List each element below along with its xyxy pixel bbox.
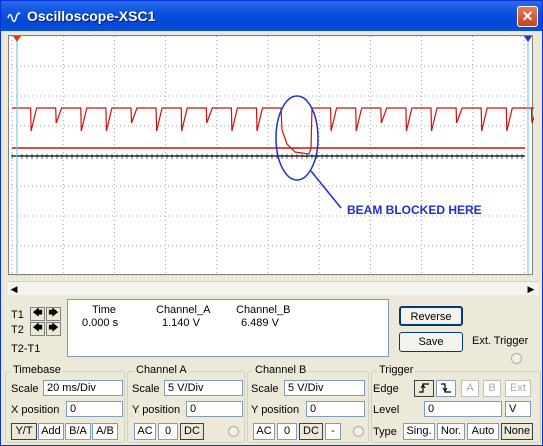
trigger-source-a-button[interactable]: A — [461, 380, 479, 397]
channel-a-ypos-field[interactable]: 0 — [186, 401, 243, 417]
channel-b-value: 6.489 V — [241, 317, 279, 329]
edge-label: Edge — [373, 383, 399, 395]
channel-b-title: Channel B — [253, 364, 309, 376]
channel-b-header: Channel_B — [236, 304, 291, 316]
mode-ab-button[interactable]: A/B — [92, 423, 118, 440]
cursor-controls: T1 🡄 🡆 T2 🡄 🡆 T2-T1 — [8, 299, 66, 359]
timebase-title: Timebase — [11, 364, 63, 376]
scope-graticule: BEAM BLOCKED HERE — [11, 36, 534, 276]
close-button[interactable]: ✕ — [517, 6, 538, 27]
mode-ba-button[interactable]: B/A — [65, 423, 91, 440]
time-value: 0.000 s — [82, 317, 119, 329]
channel-a-value: 1.140 V — [162, 317, 200, 329]
channel-a-trace — [12, 107, 534, 155]
measurement-readout: Time Channel_A Channel_B 0.000 s 1.140 V… — [67, 299, 389, 357]
mode-yt-button[interactable]: Y/T — [11, 423, 37, 440]
channel-a-dc-button[interactable]: DC — [180, 423, 204, 440]
channel-a-ypos-label: Y position — [132, 404, 181, 416]
rising-edge-icon[interactable] — [414, 380, 434, 397]
channel-b-scale-field[interactable]: 5 V/Div — [284, 380, 365, 396]
oscilloscope-window: Oscilloscope-XSC1 ✕ BEAM BLOCKED HERE ◀ … — [0, 0, 543, 446]
scroll-right-icon[interactable]: ▶ — [525, 283, 537, 295]
channel-b-zero-button[interactable]: 0 — [277, 423, 297, 440]
trigger-auto-button[interactable]: Auto — [467, 423, 499, 440]
channel-a-terminal-icon[interactable] — [228, 426, 239, 437]
scope-display[interactable]: BEAM BLOCKED HERE — [8, 35, 534, 276]
t2-label: T2 — [11, 324, 24, 336]
x-position-label: X position — [11, 404, 60, 416]
trigger-source-b-button[interactable]: B — [483, 380, 501, 397]
channel-a-scale-field[interactable]: 5 V/Div — [164, 380, 243, 396]
ext-trigger-terminal-icon[interactable] — [511, 353, 522, 364]
t1-left-arrow-icon[interactable]: 🡄 — [30, 307, 45, 321]
trigger-level-field[interactable]: 0 — [424, 401, 502, 417]
t2-right-arrow-icon[interactable]: 🡆 — [46, 322, 61, 336]
level-label: Level — [373, 404, 400, 416]
channel-b-scale-label: Scale — [251, 383, 279, 395]
channel-b-ypos-field[interactable]: 0 — [306, 401, 365, 417]
ext-trigger-label: Ext. Trigger — [472, 335, 529, 347]
channel-a-header: Channel_A — [156, 304, 211, 316]
timebase-scale-label: Scale — [11, 383, 39, 395]
reverse-button[interactable]: Reverse — [399, 306, 463, 326]
channel-b-terminal-icon[interactable] — [353, 426, 364, 437]
mode-add-button[interactable]: Add — [38, 423, 64, 440]
trigger-title: Trigger — [377, 364, 416, 376]
scroll-left-icon[interactable]: ◀ — [8, 283, 20, 295]
channel-a-zero-button[interactable]: 0 — [158, 423, 178, 440]
channel-b-ac-button[interactable]: AC — [253, 423, 275, 440]
t1-label: T1 — [11, 309, 24, 321]
t1-right-arrow-icon[interactable]: 🡆 — [46, 307, 61, 321]
channel-b-minus-button[interactable]: - — [325, 423, 341, 440]
horizontal-scrollbar[interactable]: ◀ ▶ — [8, 281, 539, 295]
cursor-t2-marker — [524, 36, 532, 42]
title-bar[interactable]: Oscilloscope-XSC1 ✕ — [1, 1, 542, 31]
trigger-single-button[interactable]: Sing. — [403, 423, 435, 440]
trigger-level-unit[interactable]: V — [505, 401, 531, 417]
channel-a-ac-button[interactable]: AC — [134, 423, 156, 440]
trigger-none-button[interactable]: None — [501, 423, 533, 440]
trigger-source-ext-button[interactable]: Ext — [505, 380, 531, 397]
cursor-t1-marker — [13, 36, 21, 42]
trigger-normal-button[interactable]: Nor. — [437, 423, 465, 440]
oscilloscope-icon — [7, 12, 21, 23]
falling-edge-icon[interactable] — [436, 380, 456, 397]
channel-a-title: Channel A — [134, 364, 189, 376]
type-label: Type — [373, 426, 397, 438]
timebase-scale-field[interactable]: 20 ms/Div — [43, 380, 123, 396]
x-position-field[interactable]: 0 — [66, 401, 123, 417]
time-header: Time — [92, 304, 117, 316]
channel-a-scale-label: Scale — [132, 383, 160, 395]
channel-b-ypos-label: Y position — [251, 404, 300, 416]
t2-t1-label: T2-T1 — [11, 343, 41, 355]
annotation-pointer — [310, 170, 342, 209]
channel-b-dc-button[interactable]: DC — [299, 423, 323, 440]
window-title: Oscilloscope-XSC1 — [27, 8, 156, 24]
annotation-label: BEAM BLOCKED HERE — [347, 203, 482, 217]
save-button[interactable]: Save — [399, 332, 463, 352]
t2-left-arrow-icon[interactable]: 🡄 — [30, 322, 45, 336]
